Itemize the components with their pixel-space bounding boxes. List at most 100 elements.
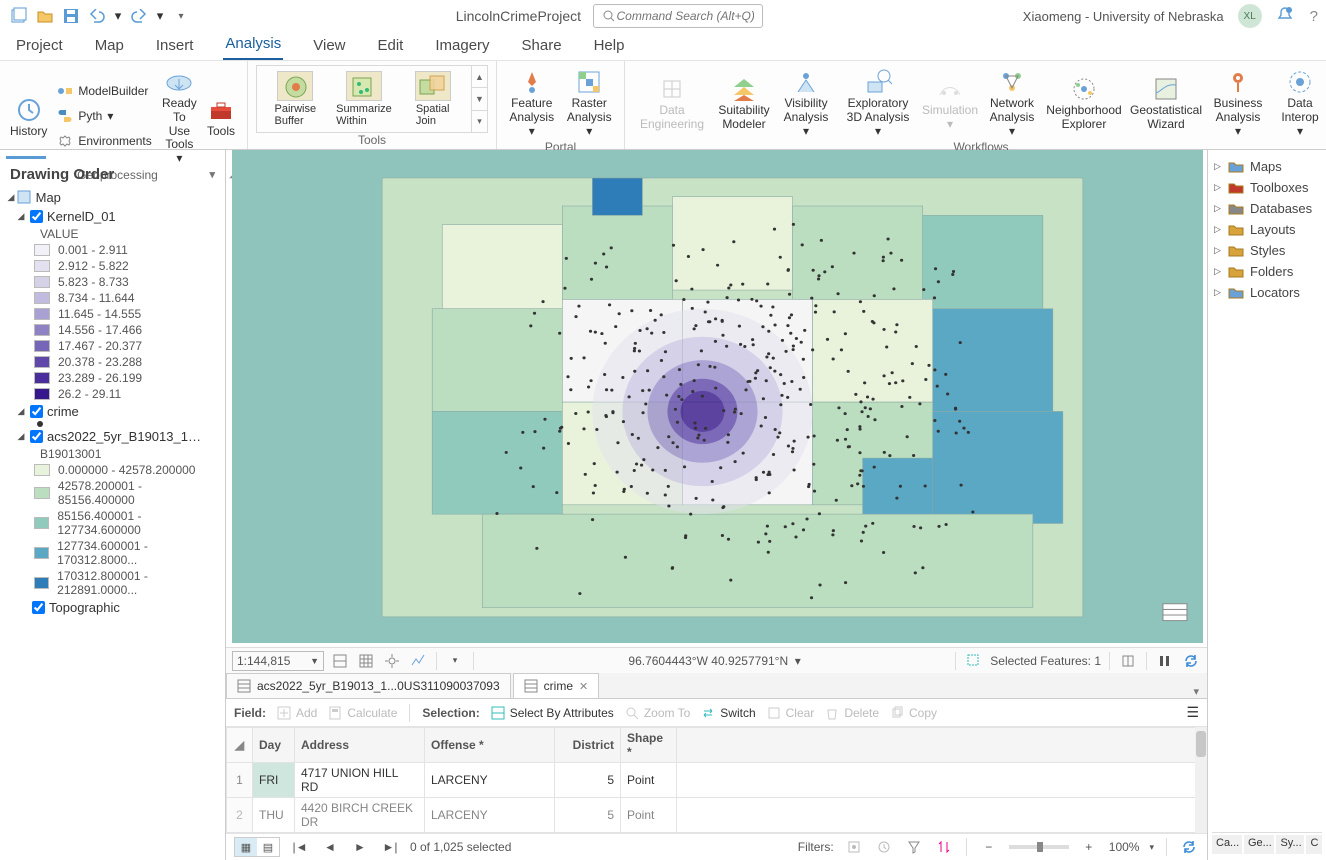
data-interop-button[interactable]: Data Interop▾	[1271, 65, 1326, 140]
table-tab-acs[interactable]: acs2022_5yr_B19013_1...0US311090037093	[226, 673, 511, 698]
filter-time-icon[interactable]	[874, 837, 894, 857]
data-engineering-button[interactable]: Data Engineering	[633, 72, 711, 134]
col-offense[interactable]: Offense *	[425, 728, 555, 763]
tabstrip-chevron-icon[interactable]: ▾	[1185, 685, 1207, 698]
legend-class[interactable]: 0.001 - 2.911	[4, 242, 221, 258]
legend-class[interactable]: 23.289 - 26.199	[4, 370, 221, 386]
sb-pause-icon[interactable]	[1155, 651, 1175, 671]
tab-insert[interactable]: Insert	[154, 33, 196, 60]
layer-checkbox[interactable]	[30, 405, 43, 418]
gallery-expand-icon[interactable]: ▾	[472, 111, 487, 132]
business-analysis-button[interactable]: Business Analysis▾	[1209, 65, 1267, 140]
sb-constraint-icon[interactable]	[330, 651, 350, 671]
tab-edit[interactable]: Edit	[376, 33, 406, 60]
zoom-menu-icon[interactable]: ▾	[1149, 842, 1154, 853]
prev-record-icon[interactable]: ◄	[320, 837, 340, 857]
sb-selection-icon[interactable]	[964, 651, 984, 671]
toc-map[interactable]: ◢ Map	[4, 187, 221, 207]
first-record-icon[interactable]: |◄	[290, 837, 310, 857]
scale-combo[interactable]: 1:144,815▼	[232, 651, 324, 671]
view-selected-icon[interactable]: ▤	[257, 838, 279, 856]
sb-refresh-icon[interactable]	[1181, 651, 1201, 671]
col-shape[interactable]: Shape *	[621, 728, 677, 763]
tab-help[interactable]: Help	[592, 33, 627, 60]
corner-cell[interactable]: ◢	[227, 728, 253, 763]
sb-snapping-icon[interactable]	[382, 651, 402, 671]
command-search-input[interactable]	[617, 9, 755, 23]
table-scrollbar[interactable]	[1195, 727, 1207, 833]
exploratory-3d-button[interactable]: Exploratory 3D Analysis▾	[839, 65, 917, 140]
layer-checkbox[interactable]	[30, 210, 43, 223]
col-address[interactable]: Address	[295, 728, 425, 763]
calculate-button[interactable]: Calculate	[327, 705, 397, 721]
modelbuilder-button[interactable]: ModelBuilder	[53, 80, 155, 102]
command-search[interactable]	[593, 4, 763, 28]
zoom-out-icon[interactable]: −	[979, 837, 999, 857]
toc-layer-kernel[interactable]: ◢KernelD_01	[4, 207, 221, 226]
gallery-down-icon[interactable]: ▼	[472, 88, 487, 110]
gallery-item-pairwise-buffer[interactable]: Pairwise Buffer	[264, 71, 326, 127]
tab-analysis[interactable]: Analysis	[223, 31, 283, 60]
filter-sort-icon[interactable]	[934, 837, 954, 857]
table-refresh-icon[interactable]	[1179, 837, 1199, 857]
view-mode-toggle[interactable]: ▦▤	[234, 837, 280, 857]
gallery-up-icon[interactable]: ▲	[472, 66, 487, 88]
switch-selection-button[interactable]: Switch	[700, 705, 755, 721]
qa-redo-menu-icon[interactable]: ▾	[154, 5, 166, 27]
zoom-to-button[interactable]: Zoom To	[624, 705, 690, 721]
table-tab-crime[interactable]: crime✕	[513, 673, 600, 698]
cat-tab[interactable]: Sy...	[1276, 835, 1304, 854]
qa-undo-menu-icon[interactable]: ▾	[112, 5, 124, 27]
table-row[interactable]: 2 THU 4420 BIRCH CREEK DR LARCENY 5 Poin…	[227, 798, 1207, 833]
legend-class[interactable]: 14.556 - 17.466	[4, 322, 221, 338]
feature-analysis-button[interactable]: Feature Analysis▾	[505, 65, 559, 140]
qa-save-icon[interactable]	[60, 5, 82, 27]
toc-layer-crime[interactable]: ◢crime	[4, 402, 221, 421]
catalog-item-maps[interactable]: ▷Maps	[1212, 156, 1322, 177]
user-name[interactable]: Xiaomeng - University of Nebraska	[1023, 9, 1224, 24]
filter-extent-icon[interactable]	[844, 837, 864, 857]
select-by-attributes-button[interactable]: Select By Attributes	[490, 705, 614, 721]
gallery-item-summarize-within[interactable]: Summarize Within	[333, 71, 395, 127]
layer-checkbox[interactable]	[32, 601, 45, 614]
close-tab-icon[interactable]: ✕	[579, 680, 588, 693]
raster-analysis-button[interactable]: Raster Analysis▾	[563, 65, 617, 140]
cat-tab[interactable]: Ca...	[1212, 835, 1242, 854]
tab-map[interactable]: Map	[93, 33, 126, 60]
legend-class[interactable]: 11.645 - 14.555	[4, 306, 221, 322]
legend-class[interactable]: 127734.600001 - 170312.8000...	[4, 538, 221, 568]
history-button[interactable]: History	[8, 93, 49, 141]
sb-options-icon[interactable]: ▾	[445, 651, 465, 671]
visibility-analysis-button[interactable]: Visibility Analysis▾	[777, 65, 835, 140]
suitability-modeler-button[interactable]: Suitability Modeler	[715, 72, 773, 134]
tab-share[interactable]: Share	[520, 33, 564, 60]
clear-selection-button[interactable]: Clear	[766, 705, 815, 721]
table-row[interactable]: 1 FRI 4717 UNION HILL RD LARCENY 5 Point	[227, 763, 1207, 798]
legend-class[interactable]: 2.912 - 5.822	[4, 258, 221, 274]
catalog-item-folders[interactable]: ▷Folders	[1212, 261, 1322, 282]
gallery-item-spatial-join[interactable]: Spatial Join	[402, 71, 464, 127]
tab-view[interactable]: View	[311, 33, 347, 60]
legend-class[interactable]: 85156.400001 - 127734.600000	[4, 508, 221, 538]
zoom-in-icon[interactable]: +	[1079, 837, 1099, 857]
legend-class[interactable]: 0.000000 - 42578.200000	[4, 462, 221, 478]
simulation-button[interactable]: Simulation▾	[921, 72, 979, 134]
tools-button[interactable]: Tools	[203, 93, 239, 141]
catalog-item-layouts[interactable]: ▷Layouts	[1212, 219, 1322, 240]
catalog-item-locators[interactable]: ▷Locators	[1212, 282, 1322, 303]
map-view[interactable]	[232, 150, 1203, 643]
tab-imagery[interactable]: Imagery	[433, 33, 491, 60]
zoom-value[interactable]: 100%	[1109, 840, 1140, 854]
attribute-table[interactable]: ◢ Day Address Offense * District Shape *…	[226, 727, 1207, 834]
legend-class[interactable]: 26.2 - 29.11	[4, 386, 221, 402]
layer-checkbox[interactable]	[30, 430, 43, 443]
legend-class[interactable]: 42578.200001 - 85156.400000	[4, 478, 221, 508]
help-icon[interactable]: ?	[1310, 8, 1318, 25]
toc-layer-acs[interactable]: ◢acs2022_5yr_B19013_15000US31...	[4, 427, 221, 446]
qa-undo-icon[interactable]	[86, 5, 108, 27]
legend-class[interactable]: 170312.800001 - 212891.0000...	[4, 568, 221, 598]
toc-layer-basemap[interactable]: Topographic	[4, 598, 221, 617]
cat-tab[interactable]: Ge...	[1244, 835, 1275, 854]
toc-header[interactable]: Drawing Order▾	[4, 162, 221, 187]
avatar[interactable]: XL	[1238, 4, 1262, 28]
